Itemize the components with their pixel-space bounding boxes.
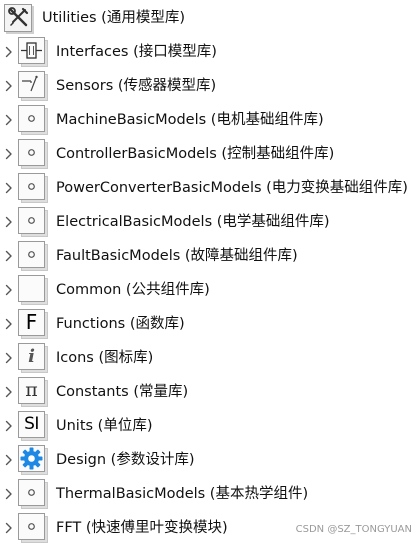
icon-glyph: i (28, 346, 35, 367)
tree-item-label: FFT (快速傅里叶变换模块) (56, 520, 228, 536)
circle-icon (18, 173, 45, 200)
connector-icon (18, 37, 45, 64)
tree-item-icon-frame (18, 139, 49, 169)
tree-item-icon-frame (18, 173, 49, 203)
circle-icon (18, 241, 45, 268)
tree-root-utilities[interactable]: Utilities (通用模型库) (4, 3, 185, 33)
icon-glyph: π (25, 379, 38, 401)
circle-icon (18, 207, 45, 234)
tree-item-label: MachineBasicModels (电机基础组件库) (56, 112, 324, 128)
tree-item-label: Sensors (传感器模型库) (56, 78, 217, 94)
chevron-right-icon[interactable] (3, 76, 15, 96)
tree-item-icon-frame (18, 37, 49, 67)
tree-item[interactable]: SI Units (单位库) (0, 411, 153, 441)
tree-item-icon-frame (18, 105, 49, 135)
tree-item[interactable]: Common (公共组件库) (0, 275, 210, 305)
chevron-right-icon[interactable] (3, 42, 15, 62)
sensor-icon (18, 71, 45, 98)
tree-item-label: Units (单位库) (56, 418, 153, 434)
circle-icon (18, 513, 45, 540)
tree-item-icon-frame (18, 241, 49, 271)
tree-item-label: Icons (图标库) (56, 350, 154, 366)
chevron-right-icon[interactable] (3, 450, 15, 470)
tree-item[interactable]: MachineBasicModels (电机基础组件库) (0, 105, 324, 135)
tree-item-icon-frame: i (18, 343, 49, 373)
tree-item[interactable]: Design (参数设计库) (0, 445, 195, 475)
tree-item-icon-frame (18, 275, 49, 305)
circle-icon (18, 139, 45, 166)
tree-item-label: Constants (常量库) (56, 384, 189, 400)
tree-item[interactable]: Interfaces (接口模型库) (0, 37, 217, 67)
tree-item-label: FaultBasicModels (故障基础组件库) (56, 248, 298, 264)
chevron-right-icon[interactable] (3, 484, 15, 504)
tree-item-icon-frame: F (18, 309, 49, 339)
tree-item-icon-frame (18, 71, 49, 101)
circle-icon (18, 479, 45, 506)
tree-item-label: ThermalBasicModels (基本热学组件) (56, 486, 309, 502)
tree-item-label: ControllerBasicModels (控制基础组件库) (56, 146, 335, 162)
tree-item-icon-frame (18, 479, 49, 509)
circle-icon (18, 105, 45, 132)
chevron-right-icon[interactable] (3, 348, 15, 368)
gear-icon (18, 445, 45, 472)
tree-item-label: Functions (函数库) (56, 316, 185, 332)
si-icon: SI (18, 411, 45, 438)
tree-item-label: ElectricalBasicModels (电学基础组件库) (56, 214, 330, 230)
tree-item[interactable]: FaultBasicModels (故障基础组件库) (0, 241, 298, 271)
chevron-right-icon[interactable] (3, 280, 15, 300)
watermark-text: CSDN @SZ_TONGYUAN (295, 524, 412, 535)
tree-item-icon-frame: SI (18, 411, 49, 441)
chevron-right-icon[interactable] (3, 416, 15, 436)
tree-item[interactable]: Sensors (传感器模型库) (0, 71, 216, 101)
tree-item[interactable]: ThermalBasicModels (基本热学组件) (0, 479, 308, 509)
tree-item-icon-frame (18, 513, 49, 543)
chevron-right-icon[interactable] (3, 246, 15, 266)
pi-icon: π (18, 377, 45, 404)
tree-item[interactable]: ElectricalBasicModels (电学基础组件库) (0, 207, 330, 237)
chevron-right-icon[interactable] (3, 178, 15, 198)
tree-item-icon-frame (18, 207, 49, 237)
tree-item[interactable]: FFT (快速傅里叶变换模块) (0, 513, 228, 543)
chevron-right-icon[interactable] (3, 110, 15, 130)
tree-item-label: Common (公共组件库) (56, 282, 210, 298)
tree-item[interactable]: i Icons (图标库) (0, 343, 153, 373)
chevron-right-icon[interactable] (3, 382, 15, 402)
chevron-right-icon[interactable] (3, 144, 15, 164)
tree-item-icon-frame (18, 445, 49, 475)
tree-item[interactable]: ControllerBasicModels (控制基础组件库) (0, 139, 334, 169)
tree-item[interactable]: PowerConverterBasicModels (电力变换基础组件库) (0, 173, 408, 203)
letter-f-icon: F (18, 309, 45, 336)
tree-item-label: Interfaces (接口模型库) (56, 44, 217, 60)
tree-item[interactable]: F Functions (函数库) (0, 309, 185, 339)
tree-root-label: Utilities (通用模型库) (42, 10, 185, 26)
tree-item-icon-frame: π (18, 377, 49, 407)
chevron-right-icon[interactable] (3, 212, 15, 232)
icon-glyph: SI (24, 414, 39, 434)
tree-item-label: Design (参数设计库) (56, 452, 195, 468)
info-i-icon: i (18, 343, 45, 370)
tree-item[interactable]: π Constants (常量库) (0, 377, 188, 407)
blank-icon (18, 275, 45, 302)
icon-glyph: F (25, 310, 38, 334)
tree-item-label: PowerConverterBasicModels (电力变换基础组件库) (56, 180, 408, 196)
wrench-screwdriver-icon (4, 4, 32, 32)
chevron-right-icon[interactable] (3, 518, 15, 538)
chevron-right-icon[interactable] (3, 314, 15, 334)
